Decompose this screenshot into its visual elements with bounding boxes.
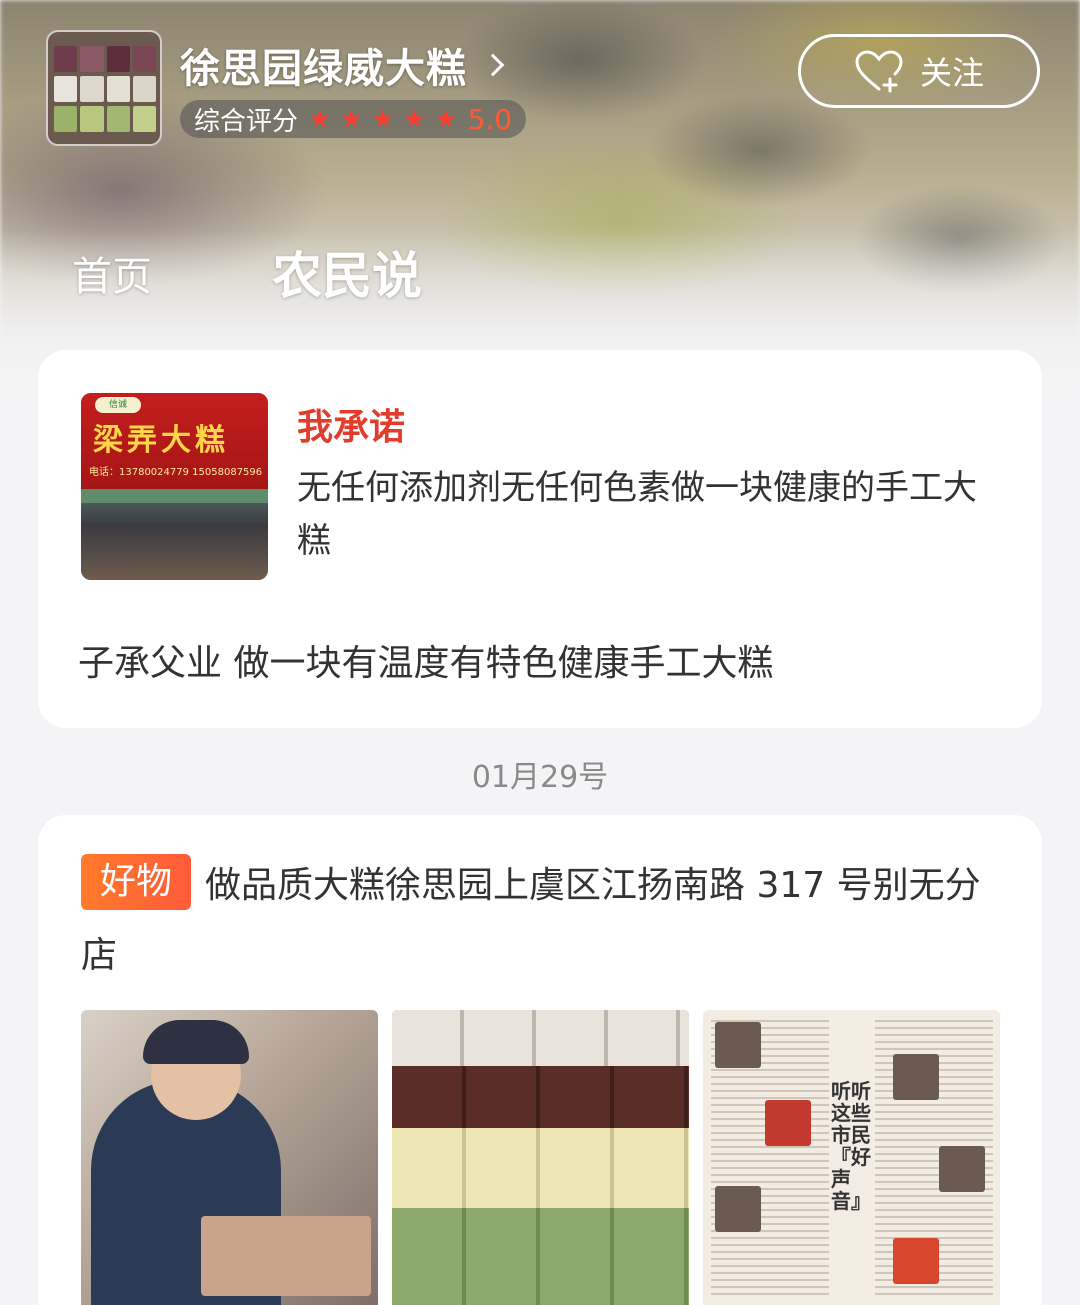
news-photo (715, 1022, 761, 1068)
avatar-row (54, 76, 156, 102)
cake-row-yellow (392, 1128, 689, 1208)
shop-logo: 信诚 (95, 397, 141, 413)
cake-row-white (392, 1010, 689, 1066)
star-icon: ★ (403, 105, 426, 133)
news-photo (939, 1146, 985, 1192)
promise-card[interactable]: 信诚 梁弄大糕 电话：13780024779 15058087596 我承诺 无… (38, 350, 1042, 728)
star-icon: ★ (340, 105, 363, 133)
promise-text: 无任何添加剂无任何色素做一块健康的手工大糕 (297, 468, 977, 561)
post-photo[interactable] (392, 1010, 689, 1305)
sign-text: 梁弄大糕 (93, 423, 229, 458)
shop-header: 徐思园绿威大糕 综合评分 ★ ★ ★ ★ ★ 5.0 关注 (46, 30, 1046, 150)
news-headline: 听听这些市民『好声音』 (831, 1079, 871, 1213)
post-card[interactable]: 好物 做品质大糕徐思园上虞区江扬南路 317 号别无分店 听听这些市民『好声音』 (38, 815, 1042, 1305)
news-photo (765, 1100, 811, 1146)
post-title: 做品质大糕徐思园上虞区江扬南路 317 号别无分店 (81, 865, 981, 976)
avatar-row (54, 46, 156, 72)
post-date: 01月29号 (471, 760, 609, 795)
tab-farmer-says[interactable]: 农民说 (272, 236, 422, 308)
worker-cap (143, 1020, 249, 1064)
sign-phone: 电话：13780024779 15058087596 (89, 467, 263, 478)
news-photo (893, 1238, 939, 1284)
tab-home[interactable]: 首页 (72, 244, 152, 308)
news-photo (893, 1054, 939, 1100)
post-photo[interactable]: 听听这些市民『好声音』 (703, 1010, 1000, 1305)
promise-description: 子承父业 做一块有温度有特色健康手工大糕 (78, 643, 774, 684)
star-icon: ★ (372, 105, 394, 133)
awning (81, 489, 268, 503)
promise-title: 我承诺 (297, 407, 406, 448)
cake-row-green (392, 1208, 689, 1305)
follow-label: 关注 (919, 54, 984, 92)
chevron-right-icon (481, 53, 505, 77)
rating-score: 5.0 (467, 102, 513, 136)
rating-label: 综合评分 (194, 106, 299, 137)
rating-badge: 综合评分 ★ ★ ★ ★ ★ 5.0 (180, 100, 527, 138)
post-photo[interactable] (81, 1010, 378, 1305)
star-icon: ★ (309, 105, 331, 133)
cake-mold (201, 1216, 371, 1296)
shop-avatar[interactable] (46, 30, 162, 146)
post-photos: 听听这些市民『好声音』 (81, 1010, 1000, 1305)
news-photo (715, 1186, 761, 1232)
shopfront-image: 信诚 梁弄大糕 电话：13780024779 15058087596 (81, 393, 268, 580)
heart-plus-icon (855, 50, 903, 93)
follow-button[interactable]: 关注 (798, 34, 1040, 108)
shop-name: 徐思园绿威大糕 (180, 46, 467, 92)
tab-bar: 首页 农民说 (72, 236, 422, 308)
avatar-row (54, 106, 156, 132)
star-icon: ★ (435, 105, 457, 133)
cake-row-brown (392, 1066, 689, 1128)
shop-name-link[interactable]: 徐思园绿威大糕 (180, 36, 505, 94)
